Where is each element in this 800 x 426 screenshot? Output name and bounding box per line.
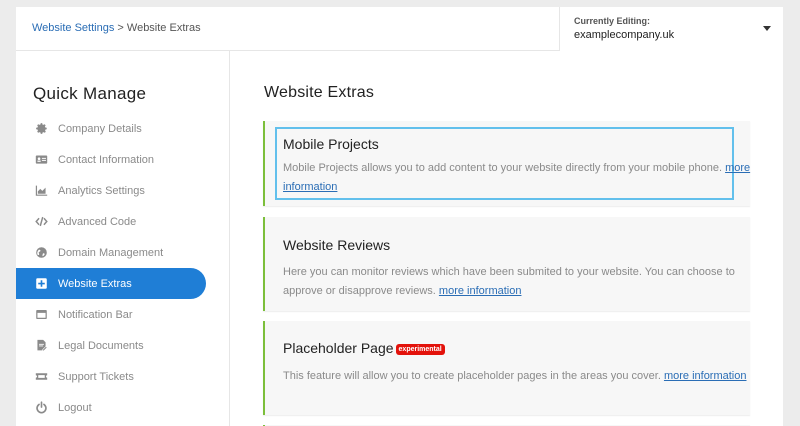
breadcrumb-current: Website Extras bbox=[126, 22, 201, 34]
card-title: Website Reviews bbox=[283, 237, 391, 253]
site-selector-label: Currently Editing: bbox=[574, 16, 650, 26]
document-icon bbox=[34, 339, 48, 353]
site-selector[interactable]: Currently Editing: examplecompany.uk bbox=[559, 7, 783, 51]
sidebar-item-label: Company Details bbox=[58, 122, 142, 135]
breadcrumb-separator: > bbox=[114, 22, 127, 34]
sidebar-item-label: Website Extras bbox=[58, 277, 132, 290]
more-information-link[interactable]: more information bbox=[664, 370, 747, 382]
app-frame: Website Settings > Website Extras Curren… bbox=[16, 7, 783, 426]
card-placeholder-page[interactable]: Placeholder Page experimental This featur… bbox=[263, 321, 750, 415]
top-bar: Website Settings > Website Extras Curren… bbox=[16, 7, 783, 51]
card-description-text: This feature will allow you to create pl… bbox=[283, 370, 661, 382]
card-mobile-projects[interactable]: Mobile Projects Mobile Projects allows y… bbox=[263, 121, 750, 206]
window-icon bbox=[34, 308, 48, 322]
chart-icon bbox=[34, 184, 48, 198]
experimental-badge: experimental bbox=[395, 344, 445, 355]
sidebar-title: Quick Manage bbox=[33, 84, 147, 103]
sidebar-item-label: Analytics Settings bbox=[58, 184, 145, 197]
sidebar-item-notification-bar[interactable]: Notification Bar bbox=[16, 299, 230, 330]
sidebar: Quick Manage Company Details Contact Inf… bbox=[16, 51, 230, 426]
sidebar-item-logout[interactable]: Logout bbox=[16, 392, 230, 423]
page-title: Website Extras bbox=[264, 84, 375, 101]
sidebar-item-support-tickets[interactable]: Support Tickets bbox=[16, 361, 230, 392]
card-title-row: Placeholder Page experimental bbox=[283, 340, 445, 356]
card-title: Placeholder Page bbox=[283, 340, 394, 356]
code-icon bbox=[34, 215, 48, 229]
sidebar-item-legal-documents[interactable]: Legal Documents bbox=[16, 330, 230, 361]
sidebar-item-label: Notification Bar bbox=[58, 308, 133, 321]
ticket-icon bbox=[34, 370, 48, 384]
sidebar-item-company-details[interactable]: Company Details bbox=[16, 113, 230, 144]
main-content: Website Extras Mobile Projects Mobile Pr… bbox=[263, 51, 768, 426]
power-icon bbox=[34, 401, 48, 415]
sidebar-item-label: Support Tickets bbox=[58, 370, 134, 383]
sidebar-item-label: Legal Documents bbox=[58, 339, 144, 352]
caret-down-icon[interactable] bbox=[763, 26, 771, 31]
card-description: Here you can monitor reviews which have … bbox=[283, 263, 753, 301]
card-title: Mobile Projects bbox=[283, 136, 379, 152]
sidebar-item-analytics-settings[interactable]: Analytics Settings bbox=[16, 175, 230, 206]
sidebar-item-domain-management[interactable]: Domain Management bbox=[16, 237, 230, 268]
sidebar-item-label: Contact Information bbox=[58, 153, 154, 166]
breadcrumb-parent-link[interactable]: Website Settings bbox=[32, 22, 114, 34]
plus-square-icon bbox=[34, 277, 48, 291]
card-website-reviews[interactable]: Website Reviews Here you can monitor rev… bbox=[263, 217, 750, 311]
sidebar-item-website-extras[interactable]: Website Extras bbox=[16, 268, 206, 299]
more-information-link[interactable]: more information bbox=[439, 285, 522, 297]
card-description: Mobile Projects allows you to add conten… bbox=[283, 159, 753, 197]
globe-icon bbox=[34, 246, 48, 260]
sidebar-item-label: Domain Management bbox=[58, 246, 164, 259]
sidebar-item-label: Logout bbox=[58, 401, 92, 414]
breadcrumb: Website Settings > Website Extras bbox=[32, 22, 201, 34]
sidebar-item-label: Advanced Code bbox=[58, 215, 137, 228]
card-description: This feature will allow you to create pl… bbox=[283, 367, 753, 386]
sidebar-item-advanced-code[interactable]: Advanced Code bbox=[16, 206, 230, 237]
gear-icon bbox=[34, 122, 48, 136]
sidebar-item-contact-information[interactable]: Contact Information bbox=[16, 144, 230, 175]
sidebar-menu: Company Details Contact Information Anal… bbox=[16, 113, 230, 423]
card-description-text: Mobile Projects allows you to add conten… bbox=[283, 162, 722, 174]
site-selector-value: examplecompany.uk bbox=[574, 29, 675, 41]
id-card-icon bbox=[34, 153, 48, 167]
